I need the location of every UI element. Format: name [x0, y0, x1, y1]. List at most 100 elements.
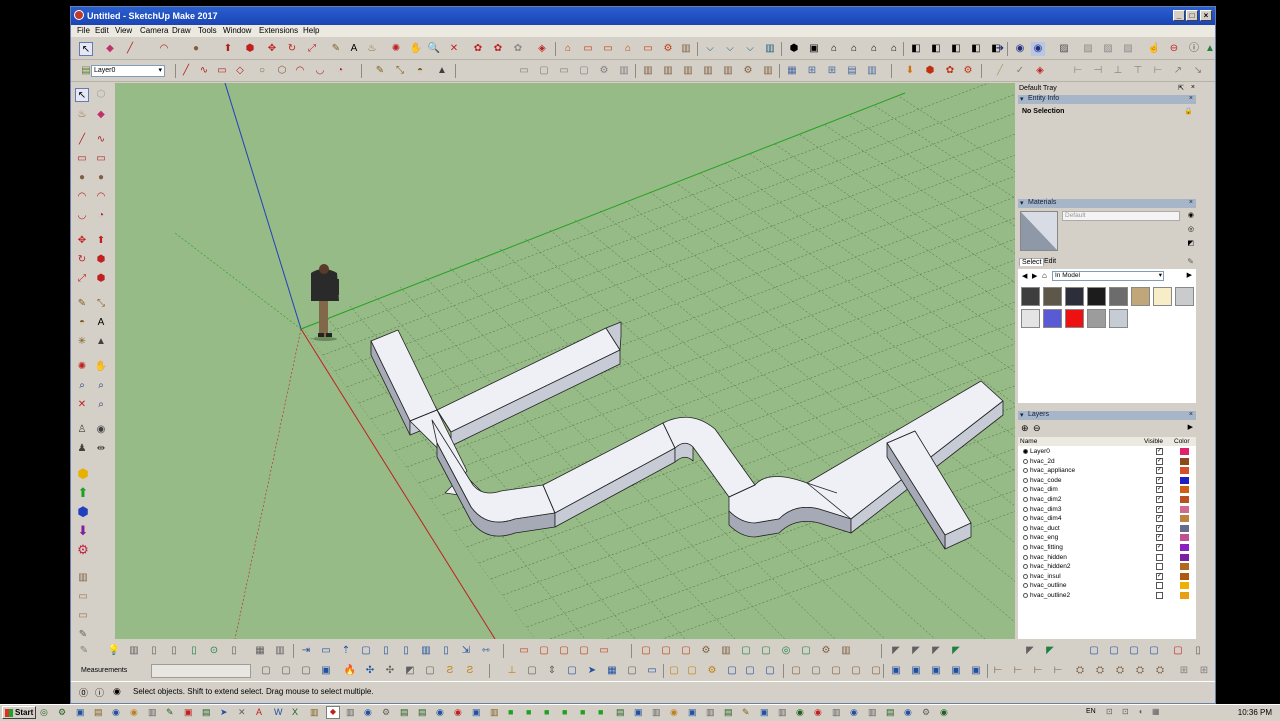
hvac-bottom-tool-icon[interactable]: ▢	[799, 644, 813, 658]
hvac-bottom-tool-icon[interactable]: ⊢	[1031, 664, 1045, 678]
hvac-bottom-tool-icon[interactable]: ◤	[909, 644, 923, 658]
fitting-tool-icon[interactable]: ▥	[661, 64, 675, 78]
measurements-input[interactable]	[151, 664, 251, 678]
rotated-rect-icon[interactable]: ▭	[94, 152, 108, 166]
hvac-bottom-tool-icon[interactable]: ▢	[685, 664, 699, 678]
quicklaunch-icon[interactable]: ▤	[400, 707, 409, 718]
text-icon[interactable]: A	[347, 42, 361, 56]
orbit-icon[interactable]: ✺	[389, 42, 403, 56]
back-icon[interactable]: ◀	[1022, 272, 1027, 280]
sample-paint-icon[interactable]: ✎	[1187, 257, 1194, 266]
layer-active-radio[interactable]	[1023, 458, 1028, 464]
follow-me-icon[interactable]: ⬢	[94, 253, 108, 267]
dimension-icon[interactable]: ⤡	[393, 64, 407, 78]
layer-visible-checkbox[interactable]: ✓	[1156, 534, 1163, 542]
warehouse-icon[interactable]: ✿	[471, 42, 485, 56]
quicklaunch-icon[interactable]: ▥	[310, 707, 319, 718]
three-point-arc-icon[interactable]: ◡	[75, 209, 89, 223]
layer-active-radio[interactable]	[1023, 593, 1028, 598]
layer-active-radio[interactable]	[1023, 583, 1028, 589]
start-button[interactable]: Start	[2, 706, 36, 719]
material-swatch[interactable]	[1087, 287, 1106, 306]
quicklaunch-icon[interactable]: ■	[562, 707, 567, 717]
quicklaunch-icon[interactable]: ▣	[184, 707, 193, 718]
fitting-tool-icon[interactable]: ▥	[763, 42, 777, 56]
hvac-bottom-tool-icon[interactable]: Ƨ	[463, 664, 477, 678]
hvac-bottom-tool-icon[interactable]: ▢	[1147, 644, 1161, 658]
layer-color-swatch[interactable]	[1180, 457, 1189, 465]
layer-visible-checkbox[interactable]	[1156, 563, 1163, 571]
quicklaunch-icon[interactable]: W	[274, 707, 283, 717]
material-swatch[interactable]	[1109, 287, 1128, 306]
quicklaunch-icon[interactable]: ◉	[364, 707, 372, 718]
layer-color-swatch[interactable]	[1180, 572, 1189, 580]
close-button[interactable]: ×	[1200, 10, 1212, 21]
material-swatch[interactable]	[1109, 309, 1128, 328]
line-icon[interactable]: ╱	[179, 64, 193, 78]
layer-row[interactable]: hvac_code ✓	[1020, 476, 1190, 486]
hvac-bottom-tool-icon[interactable]: ▣	[909, 664, 923, 678]
axes-icon[interactable]: ▲	[435, 64, 449, 78]
hvac-bottom-tool-icon[interactable]: ⊞	[1177, 664, 1191, 678]
hvac-panel-icon[interactable]: ▥	[76, 571, 90, 585]
material-swatch[interactable]	[1043, 309, 1062, 328]
hvac-bottom-tool-icon[interactable]: ▢	[1107, 644, 1121, 658]
hvac-bottom-tool-icon[interactable]: ⛭	[1133, 664, 1147, 678]
hvac-bottom-tool-icon[interactable]: ⇲	[459, 644, 473, 658]
hvac-bottom-tool-icon[interactable]: ⇥	[299, 644, 313, 658]
fitting-tool-icon[interactable]: ▥	[641, 64, 655, 78]
material-swatch[interactable]	[1021, 309, 1040, 328]
hvac-bottom-tool-icon[interactable]: ▥	[719, 644, 733, 658]
layer-active-radio[interactable]	[1023, 497, 1028, 502]
layer-name[interactable]: hvac_eng	[1030, 533, 1058, 543]
layer-active-radio[interactable]	[1023, 535, 1028, 541]
layers-col-visible[interactable]: Visible	[1144, 438, 1163, 445]
quicklaunch-icon[interactable]: ▤	[202, 707, 211, 718]
layer-row[interactable]: hvac_hidden2	[1020, 562, 1190, 572]
menu-camera[interactable]: Camera	[140, 26, 168, 35]
delete-layer-icon[interactable]: ⊖	[1033, 423, 1041, 434]
duct-tool-icon[interactable]: ▥	[679, 42, 693, 56]
layer-color-swatch[interactable]	[1180, 563, 1189, 571]
fitting-tool-icon[interactable]: ▥	[761, 64, 775, 78]
fitting-tool-icon[interactable]: ⌵	[743, 42, 757, 56]
share-model-icon[interactable]: ✿	[511, 42, 525, 56]
hvac-bottom-tool-icon[interactable]: ▢	[759, 644, 773, 658]
layer-visible-checkbox[interactable]: ✓	[1156, 515, 1163, 523]
hvac-bottom-tool-icon[interactable]: ▣	[319, 664, 333, 678]
layer-visible-checkbox[interactable]: ✓	[1156, 467, 1163, 475]
quicklaunch-icon[interactable]: ▣	[76, 707, 85, 718]
materials-tab-edit[interactable]: Edit	[1044, 258, 1056, 265]
hvac-bottom-tool-icon[interactable]: ⛭	[1073, 664, 1087, 678]
layer-name[interactable]: hvac_dim2	[1030, 495, 1061, 505]
scale-icon[interactable]: ⤢	[305, 42, 319, 56]
make-component-icon[interactable]: ⬡	[94, 88, 108, 102]
hvac-bottom-tool-icon[interactable]: ▯	[439, 644, 453, 658]
quicklaunch-icon[interactable]: ▥	[832, 707, 841, 718]
layer-visible-checkbox[interactable]: ✓	[1156, 457, 1163, 465]
layer-active-radio[interactable]	[1023, 468, 1028, 474]
duct-tool-icon[interactable]: ▭	[517, 64, 531, 78]
3d-viewport[interactable]	[115, 83, 1015, 639]
hvac-bottom-tool-icon[interactable]: ▢	[259, 664, 273, 678]
menu-edit[interactable]: Edit	[95, 26, 109, 35]
polygon-icon[interactable]: ●	[94, 171, 108, 185]
hvac-register-icon[interactable]: ⬇	[76, 524, 90, 538]
misc-tool-icon[interactable]: ↘	[1191, 64, 1205, 78]
stop-icon[interactable]: ⊖	[1167, 42, 1181, 56]
arc-icon[interactable]: ◠	[157, 42, 171, 56]
quicklaunch-icon[interactable]: ■	[580, 707, 585, 717]
quicklaunch-icon[interactable]: ▥	[706, 707, 715, 718]
duct-tool-icon[interactable]: ▭	[581, 42, 595, 56]
layer-color-swatch[interactable]	[1180, 592, 1189, 599]
info-icon[interactable]: ⓘ	[1187, 42, 1201, 56]
tape-measure-icon[interactable]: ✎	[75, 297, 89, 311]
hvac-bottom-tool-icon[interactable]: Ƨ	[443, 664, 457, 678]
quicklaunch-icon[interactable]: ▥	[346, 707, 355, 718]
section-plane-icon[interactable]: ⇹	[94, 442, 108, 456]
quicklaunch-icon[interactable]: X	[292, 707, 298, 717]
orbit-icon[interactable]: ✺	[75, 360, 89, 374]
hvac-bottom-tool-icon[interactable]: ▥	[839, 644, 853, 658]
material-swatch[interactable]	[1043, 287, 1062, 306]
duct-tool-icon[interactable]: ⚙	[661, 42, 675, 56]
